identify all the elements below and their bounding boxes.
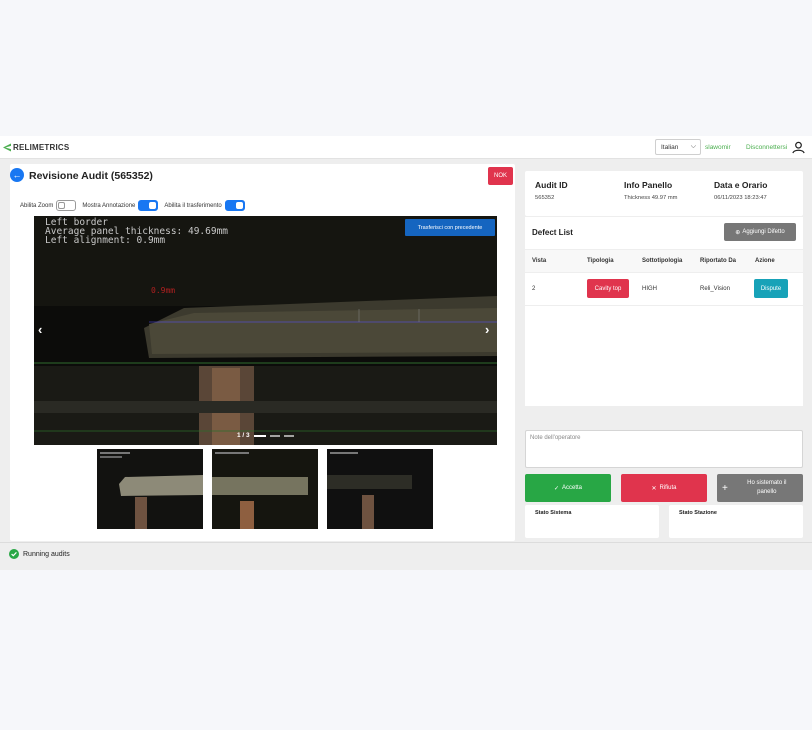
arrow-left-icon: ← xyxy=(12,170,22,180)
thumbnail[interactable] xyxy=(97,449,203,529)
date-value: 06/11/2023 18:23:47 xyxy=(714,195,767,201)
carousel-dot[interactable] xyxy=(283,434,294,437)
logo-text: RELIMETRICS xyxy=(13,143,70,152)
user-icon[interactable] xyxy=(792,141,805,154)
col-riportato-da: Riportato Da xyxy=(700,258,736,264)
image-counter-text: 1 / 3 xyxy=(237,432,250,439)
status-badge: NOK xyxy=(488,167,513,185)
audit-id-value: 565352 xyxy=(535,195,555,201)
chevron-left-icon[interactable]: ‹ xyxy=(38,322,42,337)
fixed-panel-button[interactable]: + Ho sistemato il panello xyxy=(717,474,803,502)
audit-id-label: Audit ID xyxy=(535,180,568,190)
defect-list-title: Defect List xyxy=(532,228,573,237)
thumbnail-image xyxy=(97,449,203,529)
col-azione: Azione xyxy=(755,258,775,264)
defect-table: Vista Tipologia Sottotipologia Riportato… xyxy=(525,249,803,306)
dispute-button[interactable]: Dispute xyxy=(754,279,788,298)
audit-info-card: Audit ID 565352 Info Panello Thickness 4… xyxy=(525,171,803,216)
reject-label: Rifiuta xyxy=(659,485,677,491)
transfer-previous-button[interactable]: Trasferisci con precedente xyxy=(405,219,495,236)
zoom-toggle-label: Abilita Zoom xyxy=(20,202,54,209)
accept-button[interactable]: ✓ Accetta xyxy=(525,474,611,502)
thumbnail-image xyxy=(212,449,318,529)
close-icon: ✕ xyxy=(651,485,657,492)
cell-riportato-da: Reli_Vision xyxy=(700,286,730,292)
check-icon: ✓ xyxy=(553,485,559,492)
top-bar: RELIMETRICS Italian ⌵ slawomir Disconnet… xyxy=(0,136,812,159)
cell-sottotipologia: HIGH xyxy=(642,286,657,292)
app: RELIMETRICS Italian ⌵ slawomir Disconnet… xyxy=(0,136,812,570)
reject-button[interactable]: ✕ Rifiuta xyxy=(621,474,707,502)
transfer-toggle-label: Abilita il trasferimento xyxy=(164,202,222,209)
audit-id-block: Audit ID 565352 xyxy=(535,180,568,201)
running-audits-label[interactable]: Running audits xyxy=(23,551,70,558)
col-tipologia: Tipologia xyxy=(587,258,614,264)
defect-list-card: Defect List ⊕ Aggiungi Difetto Vista Tip… xyxy=(525,216,803,406)
back-button[interactable]: ← xyxy=(10,168,24,182)
panel-info-block: Info Panello Thickness 49.97 mm xyxy=(624,180,677,201)
check-circle-icon xyxy=(9,549,19,559)
panel-info-value: Thickness 49.97 mm xyxy=(624,195,678,201)
username-link[interactable]: slawomir xyxy=(705,144,731,151)
overlay-annotation: Left border Average panel thickness: 49.… xyxy=(45,217,229,246)
operator-note-field[interactable]: Note dell'operatore xyxy=(525,430,803,468)
thumbnail[interactable] xyxy=(212,449,318,529)
date-label: Data e Orario xyxy=(714,180,768,190)
table-row: 2 Cavity top HIGH Reli_Vision Dispute xyxy=(525,273,803,306)
col-vista: Vista xyxy=(532,258,547,264)
thumbnail[interactable] xyxy=(327,449,433,529)
toggle-bar: Abilita Zoom Mostra Annotazione Abilita … xyxy=(20,200,251,211)
plus-icon: + xyxy=(722,482,728,494)
fixed-panel-label: Ho sistemato il panello xyxy=(747,480,787,495)
system-status-card: Stato Sistema xyxy=(525,505,659,538)
station-status-label: Stato Stazione xyxy=(679,510,717,516)
logo: RELIMETRICS xyxy=(3,143,69,152)
thumbnail-image xyxy=(327,449,433,529)
overlay-red-measure: 0.9mm xyxy=(151,286,176,295)
carousel-dot[interactable] xyxy=(269,434,280,437)
transfer-toggle[interactable] xyxy=(224,200,245,211)
annotation-toggle[interactable] xyxy=(138,200,159,211)
panel-info-label: Info Panello xyxy=(624,180,673,190)
type-badge: Cavity top xyxy=(587,279,629,298)
station-status-card: Stato Stazione xyxy=(669,505,803,538)
add-defect-button[interactable]: ⊕ Aggiungi Difetto xyxy=(724,223,796,241)
image-counter: 1 / 3 xyxy=(237,432,294,439)
language-select[interactable]: Italian ⌵ xyxy=(655,139,701,155)
cell-vista: 2 xyxy=(532,286,536,292)
add-defect-label: Aggiungi Difetto xyxy=(742,229,785,235)
accept-label: Accetta xyxy=(562,485,583,491)
image-viewer[interactable]: Left border Average panel thickness: 49.… xyxy=(34,216,497,445)
annotation-toggle-label: Mostra Annotazione xyxy=(82,202,136,209)
panel-photo xyxy=(34,216,497,445)
page-title: Revisione Audit (565352) xyxy=(29,170,153,182)
carousel-dot-active[interactable] xyxy=(253,434,266,437)
col-sottotipologia: Sottotipologia xyxy=(642,258,683,264)
logo-mark-icon xyxy=(3,143,11,152)
zoom-toggle[interactable] xyxy=(56,200,77,211)
language-value: Italian xyxy=(661,143,679,151)
chevron-right-icon[interactable]: › xyxy=(485,322,489,337)
thumbnail-strip xyxy=(97,449,433,529)
logout-link[interactable]: Disconnettersi xyxy=(746,144,787,151)
system-status-label: Stato Sistema xyxy=(535,510,572,516)
date-block: Data e Orario 06/11/2023 18:23:47 xyxy=(714,180,767,201)
status-footer: Running audits xyxy=(0,542,812,570)
plus-circle-icon: ⊕ xyxy=(735,229,741,236)
table-header: Vista Tipologia Sottotipologia Riportato… xyxy=(525,249,803,273)
chevron-down-icon: ⌵ xyxy=(690,143,696,150)
